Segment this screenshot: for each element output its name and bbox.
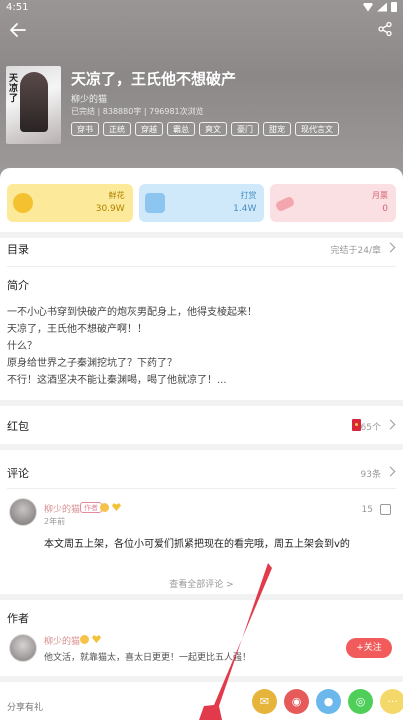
chevron-right-icon — [385, 419, 396, 430]
share-label: 分享有礼 — [7, 703, 44, 713]
status-bar: 4:51 — [0, 0, 403, 16]
avatar[interactable] — [9, 498, 37, 526]
flower-label: 鲜花 — [108, 191, 125, 200]
share-button[interactable] — [377, 21, 393, 37]
share-icons: ✉ ◉ ● ◎ ··· — [252, 689, 403, 714]
flower-card[interactable]: 鲜花 30.9W — [7, 184, 133, 222]
author-description: 他文活，就靠猫太，喜太日更更！一起更比五人强！ — [44, 653, 252, 663]
book-cover[interactable]: 天凉了 — [6, 66, 61, 144]
flower-icon — [13, 193, 33, 213]
comment-username[interactable]: 柳少的猫 — [44, 502, 80, 515]
intro-line: 什么？ — [7, 341, 37, 352]
medal-icon — [80, 635, 89, 644]
divider — [7, 266, 396, 267]
reward-value: 1.4W — [233, 204, 257, 214]
wechat-icon[interactable]: ◎ — [348, 689, 373, 714]
catalog-title: 目录 — [7, 243, 29, 256]
cover-figure — [20, 72, 48, 132]
intro-line: 不行！这酒坚决不能让秦渊喝，喝了他就凉了！... — [7, 375, 227, 386]
like-count: 15 — [361, 505, 373, 515]
signal-icon — [377, 2, 387, 12]
thumbs-up-icon[interactable] — [380, 504, 391, 515]
divider — [0, 676, 403, 682]
tag[interactable]: 正统 — [103, 122, 131, 136]
author-title: 作者 — [7, 612, 29, 625]
book-detail-panel: 鲜花 30.9W 打赏 1.4W 月票 0 目录 完结于24/章 简介 一不小心… — [0, 168, 403, 720]
intro-text[interactable]: 一不小心书穿到快破产的炮灰男配身上，他得支棱起来！ 天凉了，王氏他不想破产啊！！… — [7, 304, 387, 389]
intro-line: 原身给世界之子秦渊挖坑了？下药了？ — [7, 358, 177, 369]
book-header: 4:51 天凉了 天凉了，王氏他不想破产 柳少的猫 已完结 | 838880字 … — [0, 0, 403, 190]
comment-time: 2年前 — [44, 517, 66, 526]
back-button[interactable] — [8, 20, 28, 40]
divider — [7, 488, 396, 489]
reward-label: 打赏 — [240, 191, 257, 200]
tag[interactable]: 穿越 — [135, 122, 163, 136]
qq-icon[interactable]: ● — [316, 689, 341, 714]
status-time: 4:51 — [6, 2, 29, 13]
redpacket-count: 65个 — [360, 423, 381, 433]
redpacket-title: 红包 — [7, 420, 29, 433]
comments-count: 93条 — [360, 470, 381, 480]
book-author[interactable]: 柳少的猫 — [71, 92, 107, 105]
book-stats: 已完结 | 838880字 | 796981次浏览 — [71, 107, 204, 116]
intro-title: 简介 — [7, 279, 29, 292]
comment-text[interactable]: 本文周五上架，各位小可爱们抓紧把现在的看完哦，周五上架会到v的 — [44, 535, 384, 550]
monthly-ticket-card[interactable]: 月票 0 — [270, 184, 397, 222]
author-badge: 作者 — [80, 502, 102, 513]
chevron-right-icon — [385, 242, 396, 253]
avatar[interactable] — [9, 634, 37, 662]
battery-icon — [391, 2, 397, 12]
author-name[interactable]: 柳少的猫 — [44, 634, 80, 647]
tag-list: 穿书 正统 穿越 霸总 爽文 豪门 甜宠 现代言文 — [71, 122, 339, 136]
gift-icon — [144, 193, 165, 213]
tag[interactable]: 甜宠 — [263, 122, 291, 136]
view-all-comments-link[interactable]: 查看全部评论 > — [0, 577, 403, 590]
follow-button[interactable]: +关注 — [346, 638, 392, 658]
status-icons — [363, 2, 397, 12]
heart-icon — [92, 635, 101, 643]
wifi-icon — [363, 2, 373, 12]
catalog-info: 完结于24/章 — [330, 246, 382, 256]
tag[interactable]: 穿书 — [71, 122, 99, 136]
intro-line: 一不小心书穿到快破产的炮灰男配身上，他得支棱起来！ — [7, 307, 257, 318]
flower-value: 30.9W — [95, 204, 125, 214]
weibo-icon[interactable]: ◉ — [284, 689, 309, 714]
more-icon[interactable]: ··· — [380, 689, 403, 714]
tag[interactable]: 霸总 — [167, 122, 195, 136]
heart-icon — [112, 503, 121, 511]
book-title: 天凉了，王氏他不想破产 — [71, 70, 237, 88]
stat-cards: 鲜花 30.9W 打赏 1.4W 月票 0 — [7, 184, 397, 222]
divider — [0, 232, 403, 238]
ticket-value: 0 — [382, 204, 389, 214]
ticket-icon — [275, 195, 296, 213]
comments-title: 评论 — [7, 467, 29, 480]
tag[interactable]: 爽文 — [199, 122, 227, 136]
tag[interactable]: 现代言文 — [295, 122, 339, 136]
reward-card[interactable]: 打赏 1.4W — [138, 184, 265, 222]
medal-icon — [100, 503, 109, 512]
tag[interactable]: 豪门 — [231, 122, 259, 136]
divider — [0, 594, 403, 600]
intro-line: 天凉了，王氏他不想破产啊！！ — [7, 324, 147, 335]
cover-title-art: 天凉了 — [9, 74, 19, 104]
divider — [0, 444, 403, 450]
divider — [0, 400, 403, 406]
ticket-label: 月票 — [372, 191, 389, 200]
mail-icon[interactable]: ✉ — [252, 689, 277, 714]
chevron-right-icon — [385, 466, 396, 477]
